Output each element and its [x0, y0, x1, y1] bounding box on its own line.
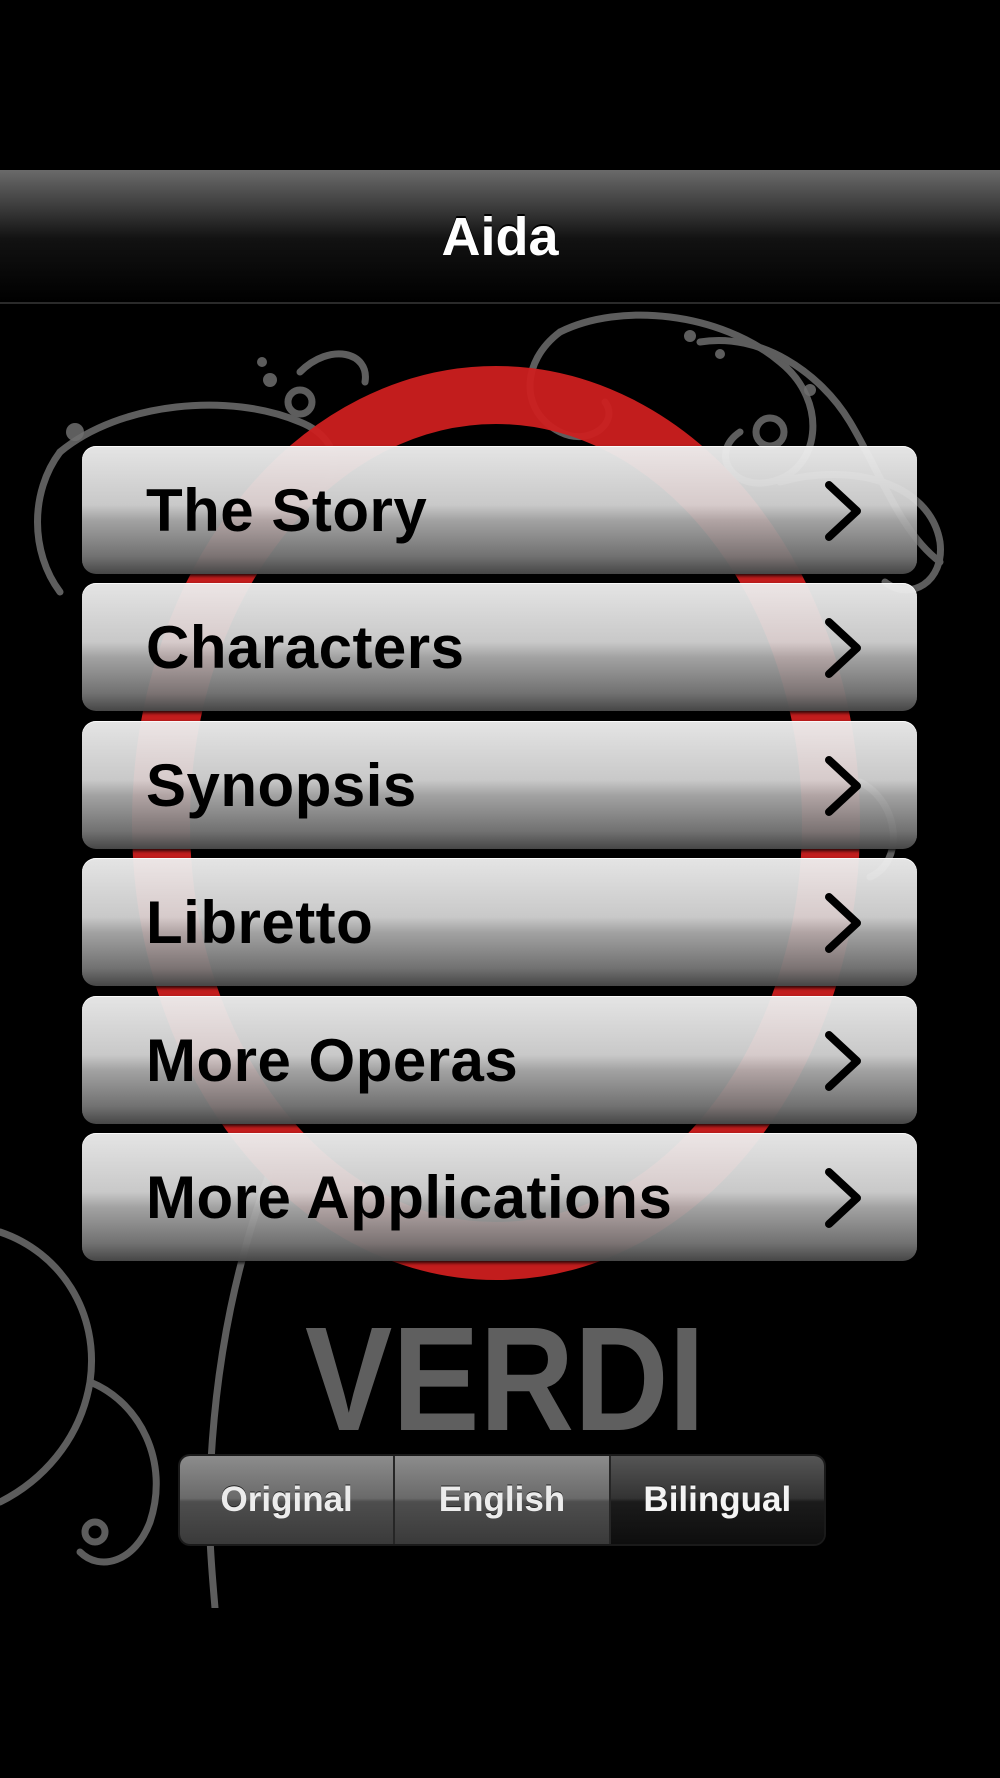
menu-item-label: Synopsis: [146, 751, 417, 819]
menu-item-more-operas[interactable]: More Operas: [82, 995, 917, 1124]
menu-item-label: More Applications: [146, 1163, 673, 1231]
menu-item-synopsis[interactable]: Synopsis: [82, 720, 917, 849]
chevron-right-icon: [825, 1167, 861, 1228]
menu-item-libretto[interactable]: Libretto: [82, 858, 917, 987]
language-option-original[interactable]: Original: [180, 1456, 396, 1544]
menu-item-label: Characters: [146, 614, 465, 682]
chevron-right-icon: [825, 618, 861, 679]
menu-item-label: Libretto: [146, 889, 374, 957]
chevron-right-icon: [825, 1030, 861, 1091]
main-menu: The Story Characters Synopsis Libretto M…: [82, 446, 917, 1270]
language-option-bilingual[interactable]: Bilingual: [610, 1456, 824, 1544]
menu-item-more-applications[interactable]: More Applications: [82, 1132, 917, 1261]
app-screen: Aida The Story Characters Synopsis Libre…: [0, 0, 1000, 1778]
chevron-right-icon: [825, 893, 861, 954]
verdi-logo: VERDI: [305, 1297, 705, 1440]
menu-item-the-story[interactable]: The Story: [82, 446, 917, 574]
language-selector: Original English Bilingual: [180, 1456, 824, 1544]
chevron-right-icon: [825, 755, 861, 816]
navigation-bar: Aida: [0, 170, 1000, 304]
menu-item-characters[interactable]: Characters: [82, 583, 917, 712]
menu-item-label: The Story: [146, 477, 428, 544]
menu-item-label: More Operas: [146, 1026, 519, 1094]
chevron-right-icon: [825, 481, 861, 541]
page-title: Aida: [441, 207, 559, 267]
svg-text:VERDI: VERDI: [305, 1297, 705, 1440]
language-option-english[interactable]: English: [395, 1456, 611, 1544]
